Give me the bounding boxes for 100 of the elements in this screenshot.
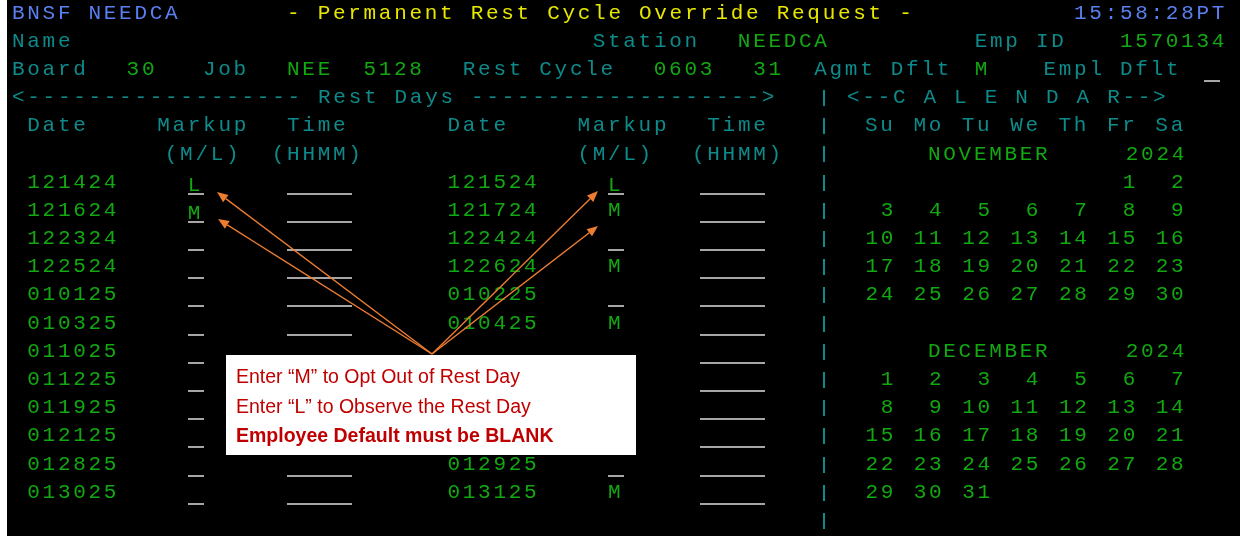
rest-date: 122424 bbox=[447, 227, 540, 251]
callout-text: Employee Default must be BLANK bbox=[236, 423, 554, 448]
month-title: NOVEMBER bbox=[928, 142, 1051, 166]
calendar-day: 7 bbox=[1155, 368, 1187, 392]
column-header: (M/L) bbox=[577, 142, 654, 166]
rest-date: 010125 bbox=[27, 283, 120, 307]
calendar-day: 19 bbox=[1058, 424, 1090, 448]
rest-date: 121424 bbox=[27, 170, 120, 194]
calendar-day: 3 bbox=[865, 198, 896, 222]
markup-value: M bbox=[607, 311, 624, 335]
calendar-day: 17 bbox=[961, 424, 993, 448]
calendar-day: 6 bbox=[1010, 198, 1042, 222]
calendar-day: 8 bbox=[865, 396, 896, 420]
callout-text: Enter “L” to Observe the Rest Day bbox=[236, 393, 531, 419]
field-value: 31 bbox=[753, 57, 784, 81]
calendar-day: 28 bbox=[1155, 452, 1187, 476]
calendar-day: 21 bbox=[1155, 424, 1187, 448]
calendar-day: 5 bbox=[1058, 368, 1090, 392]
calendar-day: 26 bbox=[961, 283, 993, 307]
calendar-day: 23 bbox=[1155, 255, 1187, 279]
field-value: 1570134 bbox=[1119, 29, 1227, 53]
calendar-day: 9 bbox=[913, 396, 945, 420]
year-label: 2024 bbox=[1125, 142, 1187, 166]
weekday-label: Mo bbox=[913, 114, 944, 138]
calendar-day: 22 bbox=[865, 452, 896, 476]
calendar-day: 27 bbox=[1010, 283, 1042, 307]
calendar-day: 6 bbox=[1106, 368, 1138, 392]
field-label: Empl Dflt bbox=[1043, 57, 1182, 81]
field-value: NEE bbox=[287, 57, 333, 81]
month-title: DECEMBER bbox=[928, 339, 1051, 363]
calendar-day: 30 bbox=[913, 480, 945, 504]
column-header: Date bbox=[447, 114, 509, 138]
rest-date: 122324 bbox=[27, 227, 120, 251]
calendar-day: 29 bbox=[1106, 283, 1138, 307]
rest-date: 013025 bbox=[27, 480, 120, 504]
calendar-day: 2 bbox=[1155, 170, 1187, 194]
calendar-day: 4 bbox=[1010, 368, 1042, 392]
markup-value: M bbox=[607, 480, 624, 504]
calendar-day: 3 bbox=[961, 368, 993, 392]
calendar-day: 16 bbox=[1155, 227, 1187, 251]
calendar-day: 20 bbox=[1010, 255, 1042, 279]
field-label: Emp ID bbox=[974, 29, 1067, 53]
field-label: Board bbox=[12, 57, 89, 81]
calendar-day: 8 bbox=[1106, 198, 1138, 222]
rest-date: 012825 bbox=[27, 452, 120, 476]
calendar-day: 31 bbox=[961, 480, 993, 504]
calendar-heading: <--C A L E N D A R--> bbox=[847, 86, 1169, 110]
field-label: Job bbox=[203, 57, 249, 81]
calendar-day: 24 bbox=[865, 283, 896, 307]
weekday-label: Sa bbox=[1155, 114, 1186, 138]
rest-date: 121624 bbox=[27, 198, 120, 222]
field-value: M bbox=[974, 57, 991, 81]
calendar-day: 30 bbox=[1155, 283, 1187, 307]
calendar-day: 21 bbox=[1058, 255, 1090, 279]
weekday-label: Fr bbox=[1106, 114, 1138, 138]
markup-field[interactable]: M bbox=[187, 204, 204, 223]
calendar-day: 12 bbox=[961, 227, 993, 251]
screen-title: - Permanent Rest Cycle Override Request - bbox=[287, 1, 915, 25]
weekday-label: Th bbox=[1058, 114, 1090, 138]
calendar-day: 24 bbox=[961, 452, 993, 476]
calendar-day: 22 bbox=[1106, 255, 1138, 279]
field-value: 5128 bbox=[363, 57, 425, 81]
markup-field[interactable]: L bbox=[607, 176, 624, 195]
field-value: NEEDCA bbox=[737, 29, 830, 53]
calendar-day: 15 bbox=[865, 424, 896, 448]
rest-date: 121524 bbox=[447, 170, 540, 194]
column-header: (HHMM) bbox=[692, 142, 784, 166]
field-label: Rest Cycle bbox=[462, 57, 616, 81]
calendar-day: 28 bbox=[1058, 283, 1090, 307]
weekday-label: We bbox=[1010, 114, 1041, 138]
calendar-day: 5 bbox=[961, 198, 993, 222]
calendar-day: 13 bbox=[1010, 227, 1042, 251]
calendar-day: 11 bbox=[913, 227, 945, 251]
rest-days-heading: <------------------ Rest Days -------------------> bbox=[12, 86, 778, 110]
field-value: 0603 bbox=[653, 57, 716, 81]
rest-date: 122524 bbox=[27, 255, 120, 279]
markup-field[interactable]: L bbox=[187, 176, 204, 195]
calendar-day: 1 bbox=[1106, 170, 1138, 194]
markup-value: M bbox=[607, 255, 624, 279]
year-label: 2024 bbox=[1125, 339, 1187, 363]
calendar-day: 20 bbox=[1106, 424, 1138, 448]
calendar-day: 18 bbox=[1010, 424, 1042, 448]
weekday-label: Tu bbox=[961, 114, 993, 138]
calendar-day: 10 bbox=[865, 227, 896, 251]
markup-value: M bbox=[607, 198, 624, 222]
rest-date: 011225 bbox=[27, 368, 120, 392]
rest-date: 012125 bbox=[27, 424, 120, 448]
clock-time: 15:58:28PT bbox=[1074, 1, 1228, 25]
calendar-day: 17 bbox=[865, 255, 896, 279]
callout-text: Enter “M” to Opt Out of Rest Day bbox=[236, 364, 520, 389]
column-header: Markup bbox=[577, 114, 670, 138]
field-label: Station bbox=[592, 29, 700, 53]
calendar-day: 9 bbox=[1155, 198, 1187, 222]
rest-date: 121724 bbox=[447, 198, 540, 222]
column-header: Time bbox=[707, 114, 769, 138]
calendar-day: 19 bbox=[961, 255, 993, 279]
calendar-day: 15 bbox=[1106, 227, 1138, 251]
system-name: BNSF NEEDCA bbox=[12, 1, 181, 25]
weekday-label: Su bbox=[865, 114, 896, 138]
column-header: (HHMM) bbox=[271, 142, 364, 166]
